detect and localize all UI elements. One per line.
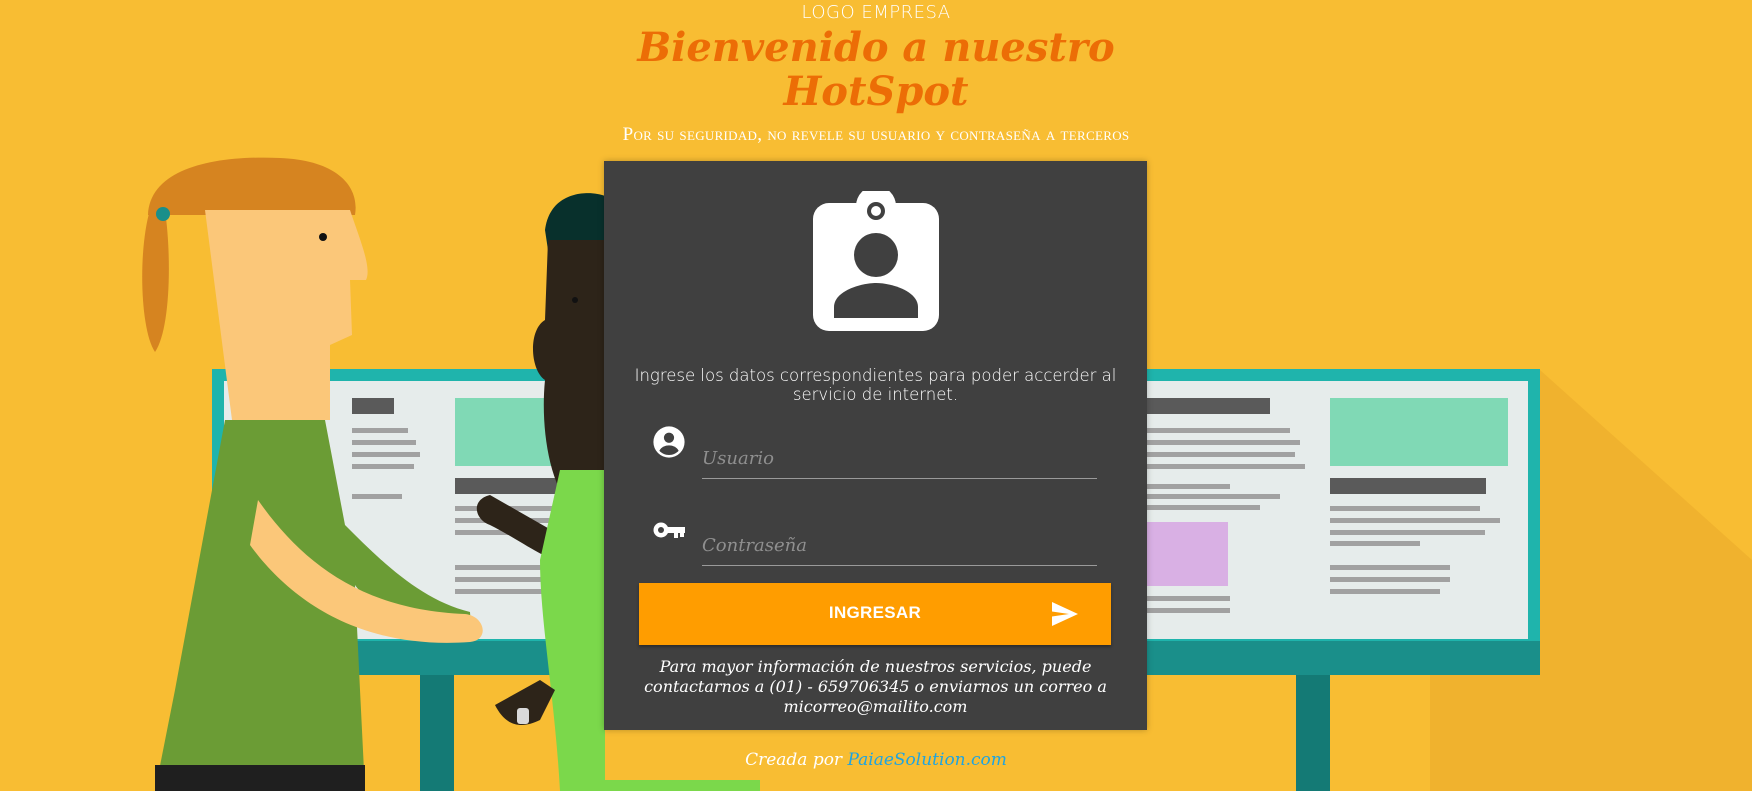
- contact-info: Para mayor información de nuestros servi…: [644, 657, 1107, 716]
- login-card: Ingrese los datos correspondientes para …: [604, 161, 1147, 730]
- logo-text: LOGO EMPRESA: [801, 2, 951, 23]
- title-line-1: Bienvenido a nuestro: [637, 24, 1115, 71]
- username-input[interactable]: [702, 438, 1097, 479]
- security-notice: Por su seguridad, no revele su usuario y…: [622, 124, 1130, 145]
- credit-link[interactable]: PaiaeSolution.com: [847, 750, 1006, 770]
- page: LOGO EMPRESA Bienvenido a nuestro HotSpo…: [0, 0, 1752, 791]
- password-input[interactable]: [702, 525, 1097, 566]
- title-line-2: HotSpot: [783, 68, 969, 115]
- footer-credit: Creada por PaiaeSolution.com: [0, 750, 1752, 770]
- key-icon: [653, 522, 685, 538]
- send-icon: [1052, 602, 1078, 626]
- login-instructions: Ingrese los datos correspondientes para …: [634, 366, 1117, 404]
- account-circle-icon: [653, 426, 685, 458]
- submit-button-label: INGRESAR: [828, 603, 922, 622]
- page-title: Bienvenido a nuestro HotSpot: [0, 26, 1752, 114]
- submit-button[interactable]: INGRESAR: [639, 583, 1111, 645]
- credit-prefix: Creada por: [745, 750, 843, 770]
- badge-user-icon: [813, 191, 939, 331]
